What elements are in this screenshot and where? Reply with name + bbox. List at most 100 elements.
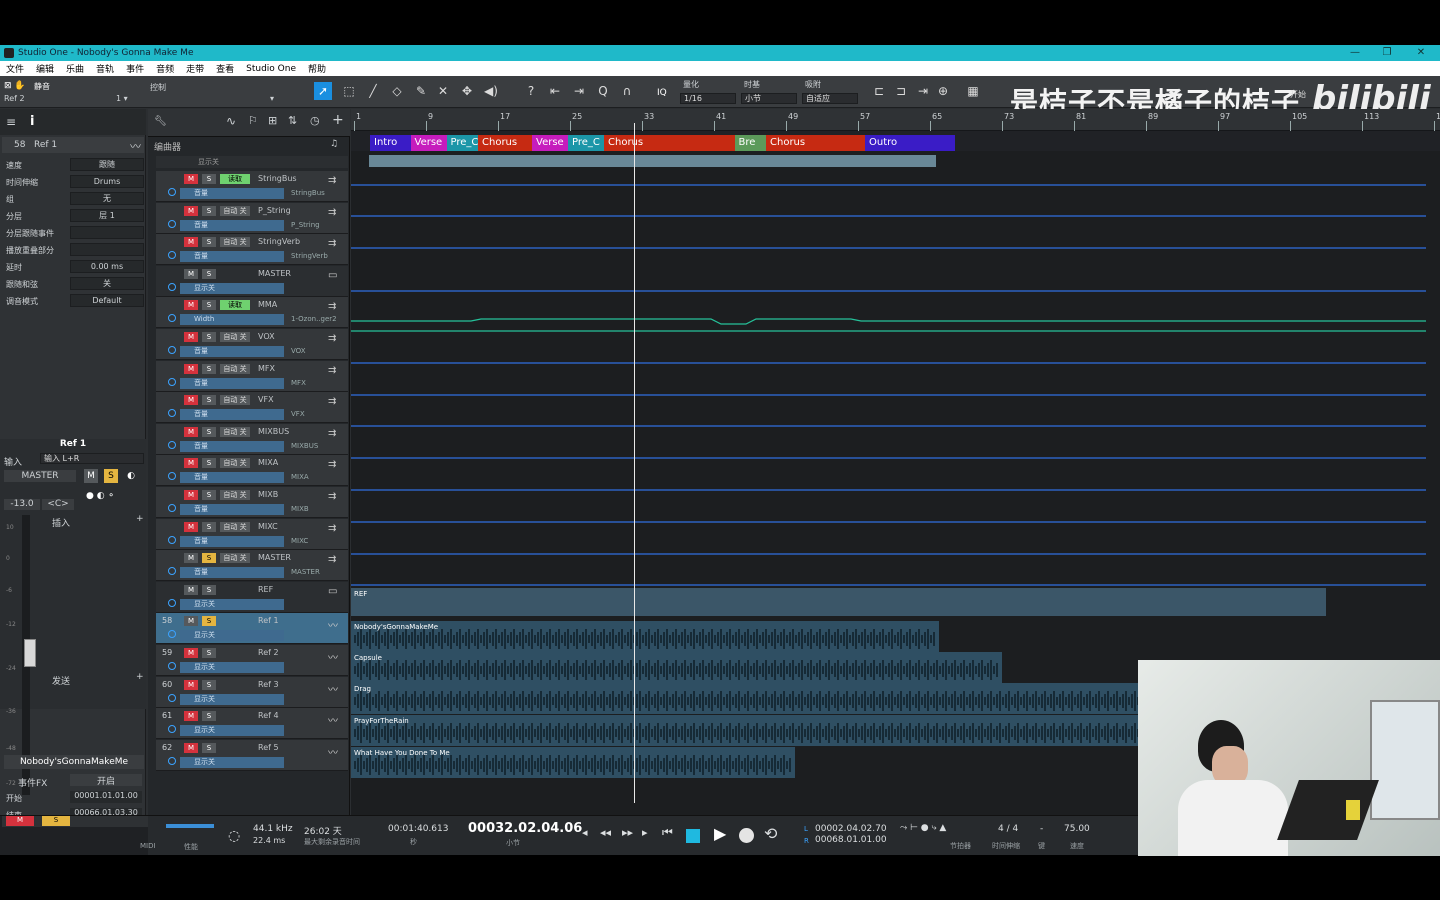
snap-icon-1[interactable]: ⊏: [870, 82, 888, 100]
level-value[interactable]: -13.0: [4, 499, 40, 510]
track-header[interactable]: M S 自动 关 MASTER 音量 MASTER ⇉: [156, 550, 348, 582]
arranger-section[interactable]: Pre_C: [446, 135, 478, 151]
automation-mode[interactable]: 自动 关: [220, 363, 250, 374]
power-icon[interactable]: [168, 535, 176, 544]
automation-param[interactable]: 显示关: [180, 725, 284, 737]
timebase-select[interactable]: 小节: [741, 93, 797, 104]
track-solo-button[interactable]: S: [202, 711, 216, 722]
track-mute-button[interactable]: M: [184, 553, 198, 564]
add-track-icon[interactable]: +: [332, 112, 344, 128]
expand-icon[interactable]: ⇉: [328, 365, 336, 376]
arranger-section[interactable]: Pre_C: [568, 135, 604, 151]
global-mute-button[interactable]: M: [6, 816, 34, 826]
track-name[interactable]: StringVerb: [258, 237, 300, 246]
loop-toggle-icon[interactable]: ⟲: [764, 824, 777, 843]
inspector-row-value[interactable]: 层 1: [70, 209, 144, 222]
track-name[interactable]: Ref 1: [258, 616, 279, 625]
track-mute-button[interactable]: M: [184, 174, 198, 184]
waveform-icon[interactable]: 〰: [328, 617, 338, 632]
menu-audio[interactable]: 音频: [150, 62, 180, 75]
track-header[interactable]: M S 自动 关 P_String 音量 P_String ⇉: [156, 202, 348, 234]
track-solo-button[interactable]: S: [202, 521, 216, 532]
inspector-row-value[interactable]: 0.00 ms: [70, 260, 144, 273]
power-icon[interactable]: [168, 314, 176, 323]
power-icon[interactable]: [168, 251, 176, 260]
track-name[interactable]: MFX: [258, 364, 275, 373]
track-solo-button[interactable]: S: [202, 237, 216, 248]
automation-mode[interactable]: 自动 关: [220, 426, 250, 437]
power-icon[interactable]: [168, 377, 176, 386]
add-send-icon[interactable]: +: [136, 672, 144, 682]
track-mute-button[interactable]: M: [184, 616, 198, 627]
power-icon[interactable]: [168, 598, 176, 607]
mute-tool-icon[interactable]: ⊠ ✋: [4, 81, 26, 91]
mute-tool-icon-2[interactable]: ✕: [434, 82, 452, 100]
time-display[interactable]: 00:01:40.613: [388, 824, 448, 834]
inspector-row-value[interactable]: [70, 243, 144, 256]
power-icon[interactable]: [168, 756, 176, 765]
arranger-section[interactable]: Verse: [532, 135, 568, 151]
add-insert-icon[interactable]: +: [136, 514, 144, 524]
input-select[interactable]: 输入 L+R: [40, 453, 144, 464]
track-name[interactable]: Ref 5: [258, 743, 279, 752]
folder-tracks-icon[interactable]: ⊞: [268, 114, 277, 127]
automation-param[interactable]: 音量: [180, 440, 284, 452]
audio-clip[interactable]: [351, 588, 1326, 616]
waveform-icon[interactable]: 〰: [328, 649, 338, 664]
menu-transport[interactable]: 走带: [180, 62, 210, 75]
rewind-icon[interactable]: ◂◂: [600, 826, 611, 839]
automation-mode[interactable]: 自动 关: [220, 490, 250, 500]
automation-mode[interactable]: 自动 关: [220, 395, 250, 406]
automation-param[interactable]: 显示关: [180, 282, 284, 294]
loop-icon[interactable]: ∩: [618, 82, 636, 100]
track-solo-button[interactable]: S: [202, 395, 216, 406]
tempo-value[interactable]: 75.00: [1064, 824, 1090, 834]
snap-select[interactable]: 自适应: [802, 93, 858, 104]
track-name[interactable]: MASTER: [258, 553, 291, 562]
menu-edit[interactable]: 编辑: [30, 62, 60, 75]
listen-tool-icon[interactable]: ◀): [482, 82, 500, 100]
automation-param[interactable]: 音量: [180, 535, 284, 547]
forward-icon[interactable]: ▸▸: [622, 826, 633, 839]
automation-param[interactable]: 音量: [180, 377, 284, 389]
track-mute-button[interactable]: M: [184, 237, 198, 248]
solo-button[interactable]: S: [104, 469, 118, 483]
power-icon[interactable]: [168, 472, 176, 481]
arranger-section[interactable]: Chorus: [604, 135, 735, 151]
arranger-section[interactable]: Chorus: [478, 135, 532, 151]
menu-help[interactable]: 帮助: [302, 62, 332, 75]
inspector-row-value[interactable]: [70, 226, 144, 239]
stop-button[interactable]: [686, 829, 700, 843]
arrow-tool-icon[interactable]: ➚: [314, 82, 332, 100]
record-arm-icon[interactable]: ● ◐ ⚬: [86, 491, 115, 501]
track-mute-button[interactable]: M: [184, 300, 198, 311]
track-name[interactable]: Ref 3: [258, 680, 279, 689]
folder-icon[interactable]: ▭: [328, 270, 337, 281]
menu-track[interactable]: 音轨: [90, 62, 120, 75]
track-name[interactable]: MASTER: [258, 269, 291, 278]
expand-icon[interactable]: ⇉: [328, 428, 336, 439]
track-name[interactable]: MIXA: [258, 458, 278, 467]
track-header[interactable]: M S 读取 MMA Width 1-Ozon..ger2 ⇉: [156, 297, 348, 329]
track-mute-button[interactable]: M: [184, 679, 198, 690]
bend-tool-icon[interactable]: ✥: [458, 82, 476, 100]
power-icon[interactable]: [168, 725, 176, 734]
automation-mode[interactable]: 自动 关: [220, 205, 250, 216]
track-name[interactable]: Ref 4: [258, 711, 279, 720]
waveform-icon[interactable]: 〰: [328, 681, 338, 696]
track-header[interactable]: M S 自动 关 VOX 音量 VOX ⇉: [156, 329, 348, 360]
track-header[interactable]: 58 M S Ref 1 显示关 〰: [156, 613, 348, 645]
inspector-row-value[interactable]: Drums: [70, 175, 144, 188]
automation-param[interactable]: 音量: [180, 346, 284, 357]
track-solo-button[interactable]: S: [202, 332, 216, 342]
track-solo-button[interactable]: S: [202, 300, 216, 311]
folder-icon[interactable]: ▭: [328, 586, 337, 597]
automation-mode[interactable]: 读取: [220, 300, 250, 311]
track-name[interactable]: REF: [258, 585, 273, 594]
automation-mode[interactable]: 自动 关: [220, 553, 250, 564]
automation-param[interactable]: 显示关: [180, 598, 284, 610]
automation-param[interactable]: 音量: [180, 504, 284, 515]
quantize-select[interactable]: 1/16: [680, 93, 736, 104]
output-select[interactable]: MASTER: [4, 470, 76, 482]
inspector-row-value[interactable]: 关: [70, 277, 144, 290]
